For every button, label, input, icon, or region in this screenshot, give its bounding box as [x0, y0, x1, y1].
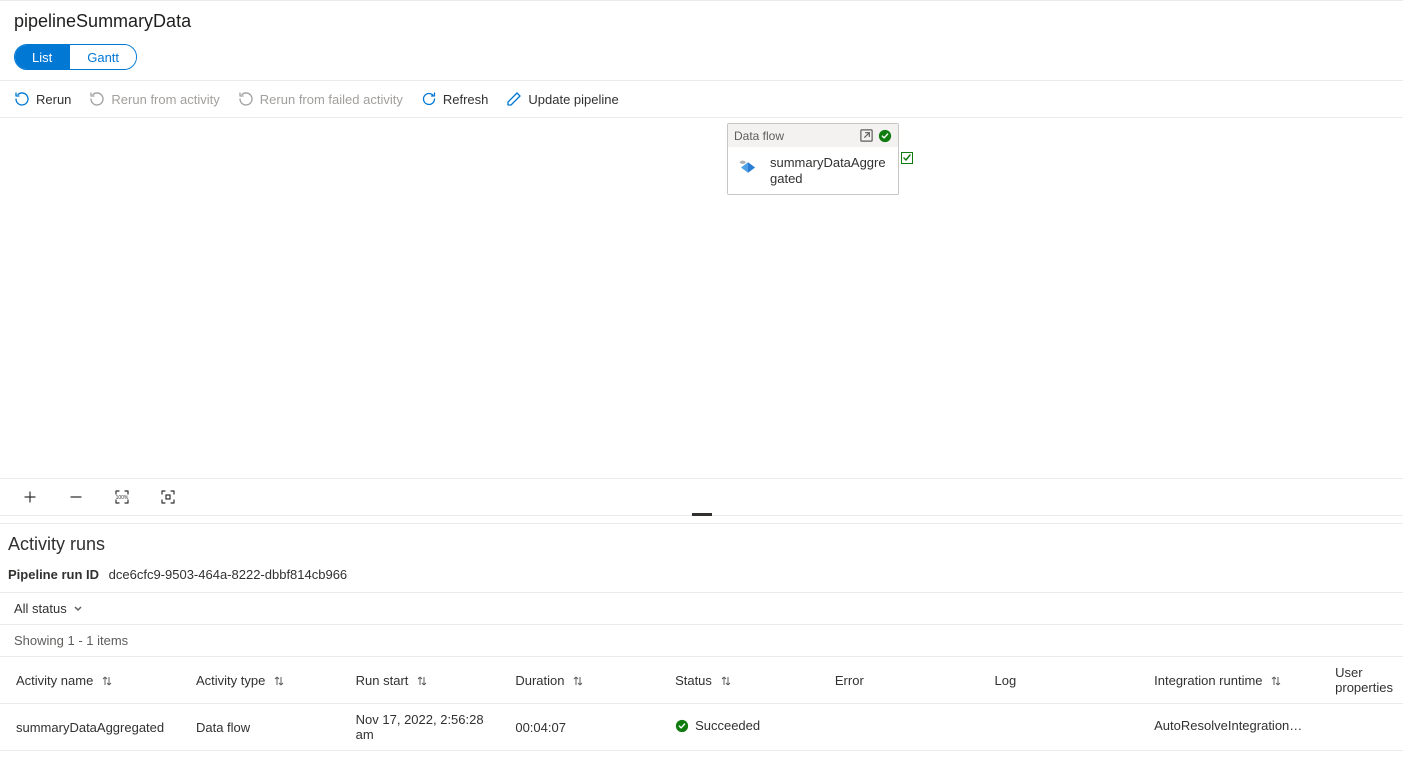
col-user-properties[interactable]: User properties: [1319, 657, 1403, 704]
success-icon: [675, 719, 689, 733]
sort-icon: [1270, 675, 1282, 687]
run-id-label: Pipeline run ID: [8, 567, 99, 582]
canvas-controls: 100%: [0, 478, 1403, 515]
run-id-value: dce6cfc9-9503-464a-8222-dbbf814cb966: [109, 567, 348, 582]
svg-text:100%: 100%: [116, 495, 129, 501]
edit-icon: [506, 91, 522, 107]
cell-log: [979, 704, 1139, 751]
status-filter-dropdown[interactable]: All status: [14, 601, 83, 616]
activity-runs-table: Activity name Activity type Run start Du…: [0, 656, 1403, 751]
cell-run-start: Nov 17, 2022, 2:56:28 am: [340, 704, 500, 751]
rerun-button[interactable]: Rerun: [14, 89, 71, 109]
col-status[interactable]: Status: [659, 657, 819, 704]
status-filter-label: All status: [14, 601, 67, 616]
activity-card[interactable]: Data flow summaryDataAggregated: [727, 123, 899, 195]
table-row[interactable]: summaryDataAggregated Data flow Nov 17, …: [0, 704, 1403, 751]
page-title: pipelineSummaryData: [14, 11, 1389, 32]
col-integration-runtime[interactable]: Integration runtime: [1138, 657, 1319, 704]
col-activity-name[interactable]: Activity name: [0, 657, 180, 704]
dataflow-icon: [734, 157, 762, 185]
zoom-fit-button[interactable]: [158, 487, 178, 507]
items-showing: Showing 1 - 1 items: [0, 625, 1403, 656]
rerun-icon: [238, 91, 254, 107]
success-icon: [878, 129, 892, 143]
refresh-label: Refresh: [443, 92, 489, 107]
rerun-from-failed-button: Rerun from failed activity: [238, 89, 403, 109]
rerun-from-activity-label: Rerun from activity: [111, 92, 219, 107]
activity-type-label: Data flow: [734, 129, 855, 143]
update-pipeline-label: Update pipeline: [528, 92, 618, 107]
col-error[interactable]: Error: [819, 657, 979, 704]
refresh-icon: [421, 91, 437, 107]
pipeline-canvas[interactable]: Data flow summaryDataAggregated: [0, 118, 1403, 478]
rerun-icon: [89, 91, 105, 107]
view-list-button[interactable]: List: [15, 45, 69, 69]
rerun-icon: [14, 91, 30, 107]
view-toggle: List Gantt: [14, 44, 137, 70]
cell-activity-type: Data flow: [180, 704, 340, 751]
sort-icon: [720, 675, 732, 687]
success-port-icon: [901, 152, 913, 164]
col-run-start[interactable]: Run start: [340, 657, 500, 704]
cell-runtime: AutoResolveIntegrationRunti: [1138, 704, 1319, 751]
col-log[interactable]: Log: [979, 657, 1139, 704]
sort-icon: [273, 675, 285, 687]
rerun-from-failed-label: Rerun from failed activity: [260, 92, 403, 107]
cell-error: [819, 704, 979, 751]
zoom-reset-button[interactable]: 100%: [112, 487, 132, 507]
zoom-out-button[interactable]: [66, 487, 86, 507]
rerun-from-activity-button: Rerun from activity: [89, 89, 219, 109]
zoom-in-button[interactable]: [20, 487, 40, 507]
open-icon[interactable]: [859, 128, 874, 143]
refresh-button[interactable]: Refresh: [421, 89, 489, 109]
activity-name: summaryDataAggregated: [770, 155, 892, 186]
col-duration[interactable]: Duration: [499, 657, 659, 704]
resize-handle[interactable]: [0, 515, 1403, 523]
chevron-down-icon: [73, 604, 83, 614]
rerun-label: Rerun: [36, 92, 71, 107]
sort-icon: [416, 675, 428, 687]
sort-icon: [101, 675, 113, 687]
cell-user-properties: [1319, 704, 1403, 751]
col-activity-type[interactable]: Activity type: [180, 657, 340, 704]
update-pipeline-button[interactable]: Update pipeline: [506, 89, 618, 109]
view-gantt-button[interactable]: Gantt: [69, 45, 136, 69]
cell-duration: 00:04:07: [499, 704, 659, 751]
toolbar: Rerun Rerun from activity Rerun from fai…: [0, 80, 1403, 118]
cell-activity-name: summaryDataAggregated: [0, 704, 180, 751]
activity-runs-heading: Activity runs: [8, 534, 1395, 555]
sort-icon: [572, 675, 584, 687]
cell-status: Succeeded: [659, 704, 819, 751]
